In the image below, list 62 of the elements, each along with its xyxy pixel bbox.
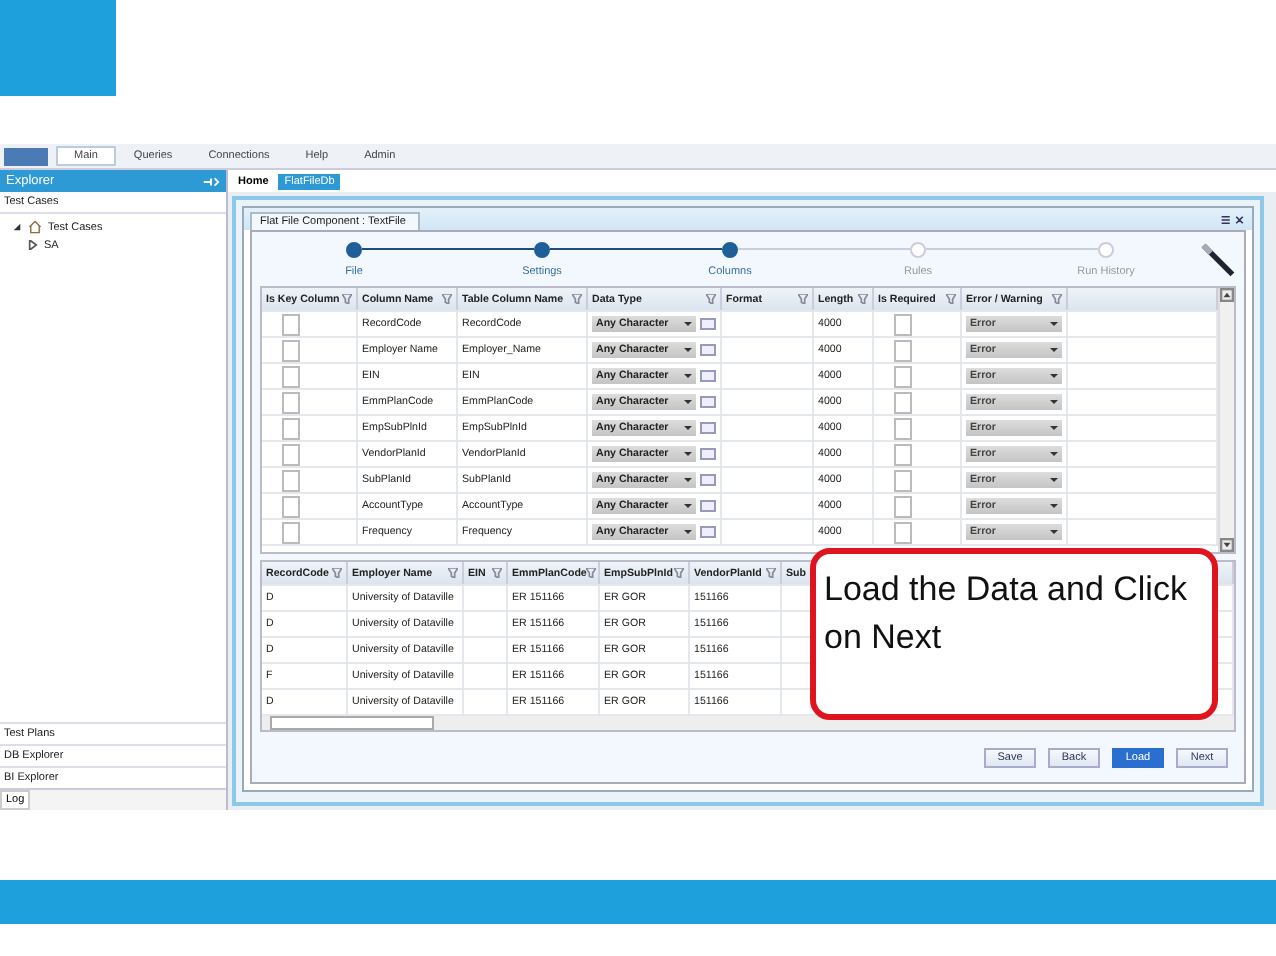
caret-icon	[684, 504, 692, 508]
required-checkbox[interactable]	[894, 417, 912, 439]
filter-icon[interactable]	[342, 294, 352, 304]
key-checkbox[interactable]	[282, 443, 300, 465]
slide-corner-block	[0, 0, 116, 96]
required-checkbox[interactable]	[894, 313, 912, 335]
filter-icon[interactable]	[332, 568, 342, 578]
key-checkbox[interactable]	[282, 391, 300, 413]
wand-icon[interactable]	[1200, 241, 1236, 277]
key-checkbox[interactable]	[282, 495, 300, 517]
filter-icon[interactable]	[492, 568, 502, 578]
caret-icon	[1050, 400, 1058, 404]
expander-icon[interactable]	[28, 240, 38, 250]
required-checkbox[interactable]	[894, 495, 912, 517]
caret-icon	[684, 400, 692, 404]
required-checkbox[interactable]	[894, 521, 912, 543]
filter-icon[interactable]	[946, 294, 956, 304]
scroll-up-icon[interactable]	[1220, 288, 1234, 302]
expander-icon[interactable]	[12, 222, 22, 232]
caret-icon	[1050, 452, 1058, 456]
filter-icon[interactable]	[674, 568, 684, 578]
filter-icon[interactable]	[766, 568, 776, 578]
filter-icon[interactable]	[448, 568, 458, 578]
caret-icon	[1050, 322, 1058, 326]
filter-icon[interactable]	[572, 294, 582, 304]
caret-icon	[1050, 374, 1058, 378]
required-checkbox[interactable]	[894, 469, 912, 491]
filter-icon[interactable]	[1052, 294, 1062, 304]
filter-icon[interactable]	[798, 294, 808, 304]
key-checkbox[interactable]	[282, 469, 300, 491]
filter-icon[interactable]	[442, 294, 452, 304]
caret-icon	[684, 322, 692, 326]
caret-icon	[1050, 478, 1058, 482]
caret-icon	[684, 452, 692, 456]
caret-icon	[684, 530, 692, 534]
caret-icon	[684, 374, 692, 378]
key-checkbox[interactable]	[282, 521, 300, 543]
caret-icon	[684, 348, 692, 352]
app-menu-button[interactable]	[4, 147, 48, 165]
caret-icon	[1050, 504, 1058, 508]
required-checkbox[interactable]	[894, 443, 912, 465]
vertical-scrollbar[interactable]	[1218, 288, 1234, 552]
callout-text: Load the Data and Click on Next	[824, 570, 1187, 656]
required-checkbox[interactable]	[894, 365, 912, 387]
filter-icon[interactable]	[858, 294, 868, 304]
key-checkbox[interactable]	[282, 417, 300, 439]
scroll-down-icon[interactable]	[1220, 538, 1234, 552]
filter-icon[interactable]	[706, 294, 716, 304]
required-checkbox[interactable]	[894, 339, 912, 361]
key-checkbox[interactable]	[282, 365, 300, 387]
caret-icon	[684, 478, 692, 482]
caret-icon	[1050, 530, 1058, 534]
caret-icon	[1050, 426, 1058, 430]
key-checkbox[interactable]	[282, 339, 300, 361]
filter-icon[interactable]	[586, 568, 597, 578]
pin-icon[interactable]	[202, 175, 220, 187]
required-checkbox[interactable]	[894, 391, 912, 413]
close-icon[interactable]	[1220, 213, 1246, 225]
caret-icon	[1050, 348, 1058, 352]
key-checkbox[interactable]	[282, 313, 300, 335]
caret-icon	[684, 426, 692, 430]
house-icon	[28, 220, 42, 234]
